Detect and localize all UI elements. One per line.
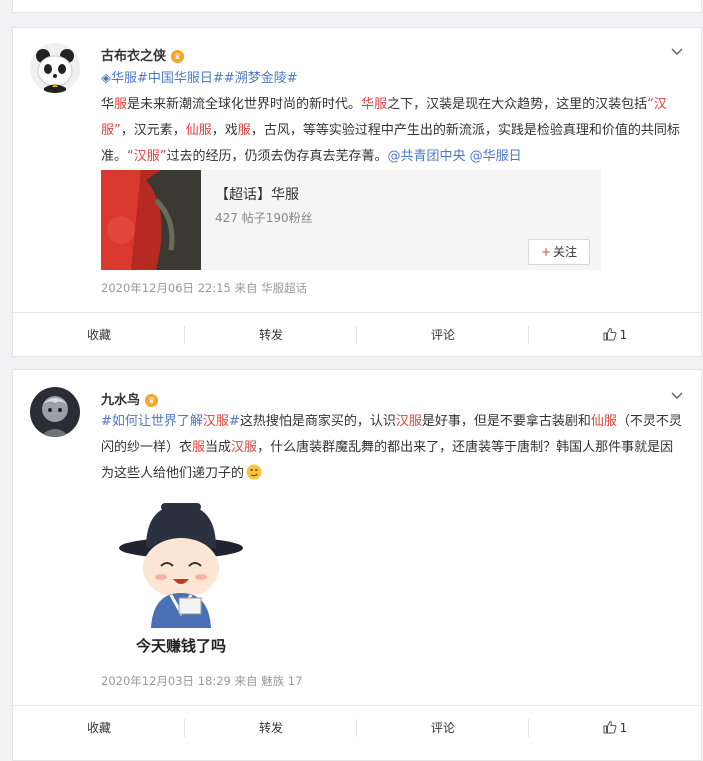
highlight-keyword: 仙服	[185, 123, 212, 138]
thumbs-up-icon	[603, 708, 617, 752]
chevron-down-icon[interactable]	[671, 389, 683, 403]
previous-post-card	[12, 0, 702, 13]
post-text: 华服是未来新潮流全球化世界时尚的新时代。华服之下，汉装是现在大众趋势，这里的汉装…	[101, 92, 683, 170]
highlight-keyword: 服	[237, 123, 251, 138]
highlight-keyword: 汉服	[395, 414, 422, 429]
member-crown-icon: ♛	[145, 394, 159, 407]
plus-icon: +	[540, 245, 552, 259]
topic-link[interactable]: ◈华服	[101, 71, 137, 86]
supertopic-image	[101, 170, 201, 270]
text-segment: 这热搜怕是商家买的，认识	[239, 414, 396, 429]
comment-button[interactable]: 评论	[357, 706, 529, 750]
avatar[interactable]	[30, 387, 80, 437]
bird-avatar-icon	[30, 387, 80, 437]
mention-link[interactable]: @共青团中央 @华服日	[388, 149, 522, 164]
action-bar: 收藏 转发 评论 1	[13, 312, 701, 357]
highlight-keyword: 仙服	[590, 414, 617, 429]
action-bar: 收藏 转发 评论 1	[13, 705, 701, 750]
text-segment: ，汉元素，	[120, 123, 186, 138]
mention-link[interactable]: #如何让世界了解	[101, 414, 203, 429]
highlight-keyword: 华	[361, 97, 375, 112]
username[interactable]: 九水鸟 ♛	[101, 389, 159, 408]
supertopic-icon: ◈	[101, 71, 111, 86]
repost-button[interactable]: 转发	[185, 313, 357, 357]
supertopic-stats: 427 帖子190粉丝	[215, 211, 313, 225]
thumbs-up-icon	[603, 315, 617, 359]
highlight-keyword: 汉服	[231, 440, 258, 455]
favorite-button[interactable]: 收藏	[13, 706, 185, 750]
supertopic-card[interactable]: 【超话】华服 427 帖子190粉丝 + 关注	[101, 170, 601, 270]
post-card: 古布衣之侠 ♛ ◈华服#中国华服日##溯梦金陵# 华服是未来新潮流全球化世界时尚的…	[12, 27, 702, 357]
highlight-keyword: 服	[192, 440, 206, 455]
text-segment: 华	[101, 97, 115, 112]
text-segment: ，戏	[211, 123, 238, 138]
favorite-button[interactable]: 收藏	[13, 313, 185, 357]
highlight-keyword: 服	[114, 97, 128, 112]
post-topics: ◈华服#中国华服日##溯梦金陵#	[101, 66, 683, 92]
post-text: #如何让世界了解汉服#这热搜怕是商家买的，认识汉服是好事，但是不要拿古装剧和仙服…	[101, 409, 683, 487]
repost-button[interactable]: 转发	[185, 706, 357, 750]
post-card: 九水鸟 ♛ #如何让世界了解汉服#这热搜怕是商家买的，认识汉服是好事，但是不要拿古…	[12, 369, 702, 761]
sticker-image[interactable]: 今天赚钱了吗	[101, 493, 271, 658]
member-crown-icon: ♛	[171, 50, 185, 63]
chevron-down-icon[interactable]	[671, 45, 683, 59]
topic-link[interactable]: #中国华服日#	[137, 71, 224, 86]
avatar[interactable]	[30, 43, 80, 93]
topic-link[interactable]: #溯梦金陵#	[224, 71, 298, 86]
username[interactable]: 古布衣之侠 ♛	[101, 45, 185, 64]
sticker-caption: 今天赚钱了吗	[135, 637, 226, 655]
mention-link[interactable]: #	[229, 414, 240, 429]
highlight-keyword: “汉服”	[127, 149, 167, 164]
supertopic-title: 【超话】华服	[215, 187, 299, 203]
panda-avatar-icon	[30, 43, 80, 93]
text-segment: 是好事，但是不要拿古装剧和	[421, 414, 591, 429]
highlight-keyword: 服	[374, 97, 388, 112]
post-meta: 2020年12月06日 22:15 来自 华服超话	[101, 281, 308, 295]
smirk-emoji-icon	[244, 464, 262, 481]
text-segment: 之下，汉装是现在大众趋势，这里的汉装包括	[387, 97, 648, 112]
text-segment: 过去的经历，仍须去伪存真去芜存菁。	[166, 149, 388, 164]
post-meta: 2020年12月03日 18:29 来自 魅族 17	[101, 674, 303, 688]
like-button[interactable]: 1	[529, 313, 701, 357]
like-button[interactable]: 1	[529, 706, 701, 750]
text-segment: 是未来新潮流全球化世界时尚的新时代。	[127, 97, 362, 112]
text-segment: 当成	[205, 440, 232, 455]
comment-button[interactable]: 评论	[357, 313, 529, 357]
follow-button[interactable]: + 关注	[528, 239, 590, 265]
highlight-keyword: 汉服	[202, 414, 229, 429]
